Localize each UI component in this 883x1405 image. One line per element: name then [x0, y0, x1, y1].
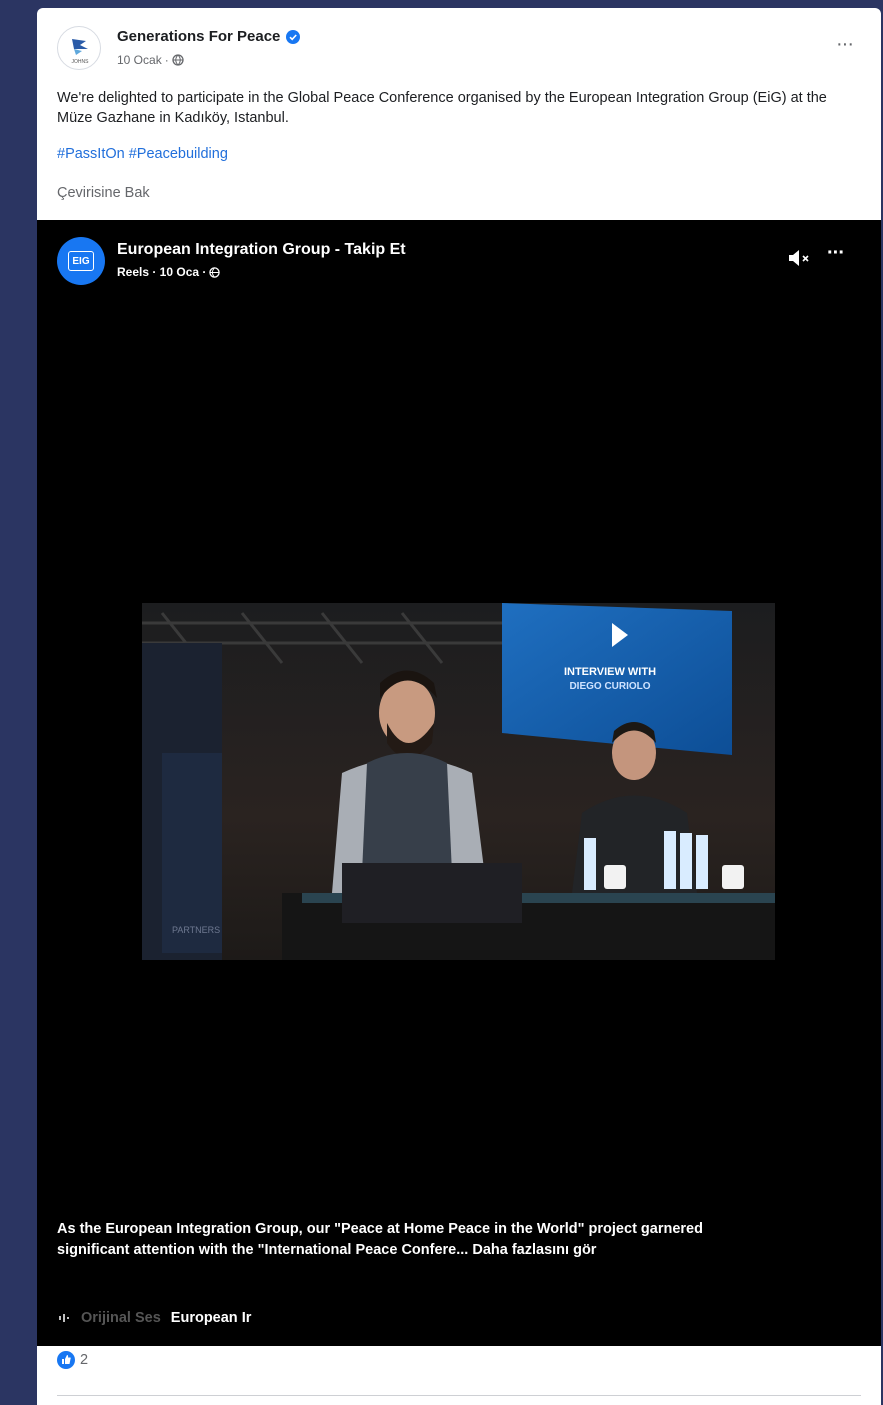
reel-video[interactable]: EIG European Integration Group - Takip E…: [37, 220, 881, 1346]
reaction-summary[interactable]: 2: [57, 1351, 88, 1369]
audio-attribution[interactable]: Orijinal Ses European Ir: [57, 1310, 251, 1326]
verified-icon: [286, 29, 301, 44]
audio-wave-icon: [59, 1314, 69, 1322]
meta-separator: ·: [164, 53, 169, 67]
audio-source: European Ir: [170, 1310, 252, 1326]
post-meta: 10 Ocak ·: [117, 53, 184, 67]
reaction-count: 2: [80, 1352, 89, 1368]
author-avatar[interactable]: JOHNS: [57, 26, 101, 70]
globe-icon: [209, 266, 221, 278]
see-translation-link[interactable]: Çevirisine Bak: [57, 185, 150, 201]
reel-meta-text: Reels · 10 Oca ·: [117, 265, 207, 279]
divider: [57, 1395, 861, 1396]
post-card: JOHNS Generations For Peace 10 Ocak · ··…: [37, 8, 881, 1405]
video-still-image: INTERVIEW WITH DIEGO CURIOLO PARTNERS: [142, 603, 775, 960]
channel-avatar[interactable]: EIG: [57, 237, 105, 285]
post-header: JOHNS Generations For Peace 10 Ocak · ··…: [37, 8, 881, 78]
channel-title[interactable]: European Integration Group - Takip Et: [117, 241, 406, 259]
post-options-button[interactable]: ···: [836, 34, 854, 54]
reel-meta: Reels · 10 Oca ·: [117, 265, 221, 279]
svg-text:JOHNS: JOHNS: [72, 59, 90, 65]
channel-logo-icon: EIG: [68, 251, 94, 271]
like-icon: [57, 1351, 75, 1369]
hashtag-link[interactable]: #PassItOn: [57, 146, 125, 162]
video-frame[interactable]: INTERVIEW WITH DIEGO CURIOLO PARTNERS: [142, 603, 775, 960]
svg-text:PARTNERS: PARTNERS: [172, 925, 220, 935]
svg-text:INTERVIEW WITH: INTERVIEW WITH: [564, 666, 656, 678]
post-text: We're delighted to participate in the Gl…: [57, 90, 827, 126]
author-name-row: Generations For Peace: [117, 28, 301, 45]
audio-label: Orijinal Ses: [81, 1310, 161, 1326]
reel-options-button[interactable]: ···: [827, 243, 845, 263]
author-logo-icon: JOHNS: [72, 39, 90, 65]
globe-icon: [172, 54, 184, 66]
reel-caption: As the European Integration Group, our "…: [57, 1219, 777, 1261]
hashtag-link[interactable]: #Peacebuilding: [129, 146, 228, 162]
hashtags: #PassItOn #Peacebuilding: [57, 146, 228, 162]
post-date[interactable]: 10 Ocak: [117, 53, 162, 67]
svg-text:DIEGO CURIOLO: DIEGO CURIOLO: [569, 681, 650, 692]
mute-icon[interactable]: [787, 248, 813, 268]
reel-caption-text: As the European Integration Group, our "…: [57, 1221, 703, 1258]
author-name[interactable]: Generations For Peace: [117, 28, 280, 45]
see-more-link[interactable]: Daha fazlasını gör: [472, 1242, 596, 1258]
